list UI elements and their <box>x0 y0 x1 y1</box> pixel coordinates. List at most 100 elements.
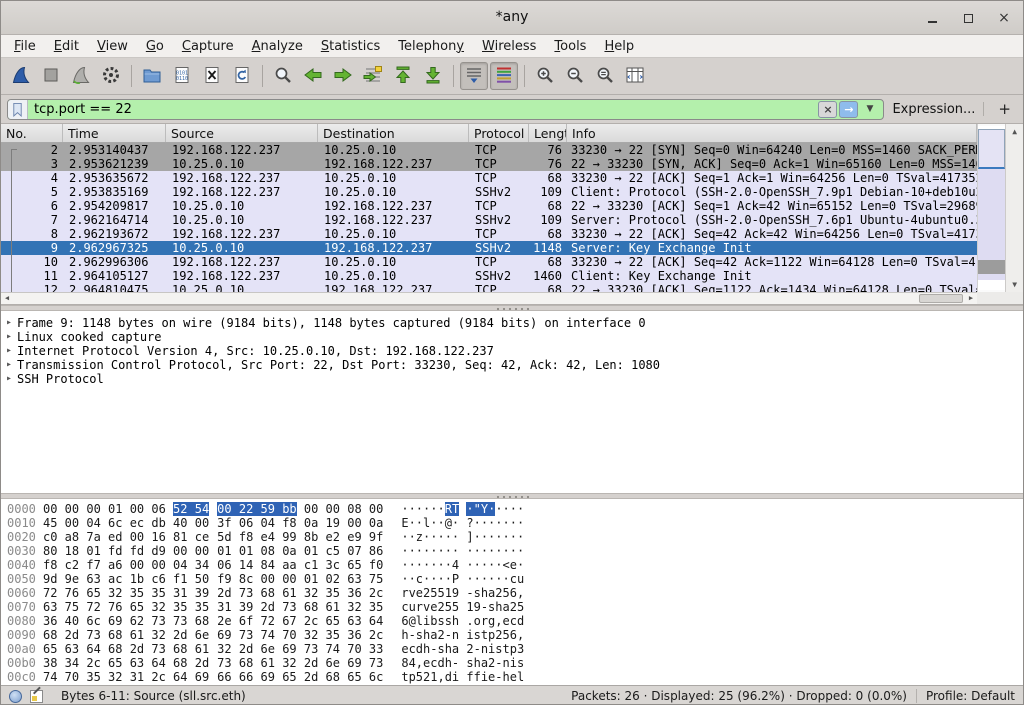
filter-dropdown-caret[interactable]: ▼ <box>860 101 879 118</box>
hex-row-0000[interactable]: 000000 00 00 01 00 06 52 5400 22 59 bb 0… <box>7 502 1023 516</box>
reload-file-button[interactable] <box>228 62 256 90</box>
menu-telephony[interactable]: Telephony <box>389 37 473 56</box>
packet-row-9[interactable]: 92.96296732510.25.0.10192.168.122.237SSH… <box>1 241 977 255</box>
hex-row-00a0[interactable]: 00a065 63 64 68 2d 73 68 6132 2d 6e 69 7… <box>7 642 1023 656</box>
packet-row-6[interactable]: 62.95420981710.25.0.10192.168.122.237TCP… <box>1 199 977 213</box>
column-header-length[interactable]: Length <box>529 124 567 142</box>
column-header-source[interactable]: Source <box>166 124 318 142</box>
detail-line-3[interactable]: ▸Transmission Control Protocol, Src Port… <box>1 358 1023 372</box>
cell-time: 2.953621239 <box>63 157 166 171</box>
vertical-scrollbar-thumb[interactable] <box>978 129 1005 168</box>
packet-row-5[interactable]: 52.953835169192.168.122.23710.25.0.10SSH… <box>1 185 977 199</box>
hex-row-0080[interactable]: 008036 40 6c 69 62 73 73 682e 6f 72 67 2… <box>7 614 1023 628</box>
hex-row-0070[interactable]: 007063 75 72 76 65 32 35 3531 39 2d 73 6… <box>7 600 1023 614</box>
packet-row-7[interactable]: 72.96216471410.25.0.10192.168.122.237SSH… <box>1 213 977 227</box>
expand-arrow-icon[interactable]: ▸ <box>1 344 17 358</box>
pane-splitter-bottom[interactable] <box>1 493 1023 499</box>
hex-row-0030[interactable]: 003080 18 01 fd fd d9 00 0001 01 08 0a 0… <box>7 544 1023 558</box>
capture-comment-icon[interactable] <box>30 690 43 703</box>
packet-row-10[interactable]: 102.962996306192.168.122.23710.25.0.10TC… <box>1 255 977 269</box>
hex-row-0050[interactable]: 00509d 9e 63 ac 1b c6 f1 50f9 8c 00 00 0… <box>7 572 1023 586</box>
expand-arrow-icon[interactable]: ▸ <box>1 330 17 344</box>
column-header-time[interactable]: Time <box>63 124 166 142</box>
zoom-original-button[interactable] <box>591 62 619 90</box>
scroll-left-arrow-icon[interactable]: ◀ <box>1 293 13 304</box>
expand-arrow-icon[interactable]: ▸ <box>1 358 17 372</box>
packet-row-4[interactable]: 42.953635672192.168.122.23710.25.0.10TCP… <box>1 171 977 185</box>
menu-capture[interactable]: Capture <box>173 37 243 56</box>
scroll-right-arrow-icon[interactable]: ▶ <box>965 293 977 304</box>
expand-arrow-icon[interactable]: ▸ <box>1 316 17 330</box>
menu-tools[interactable]: Tools <box>545 37 595 56</box>
packet-row-12[interactable]: 122.96481047510.25.0.10192.168.122.237TC… <box>1 283 977 292</box>
zoom-in-button[interactable] <box>531 62 559 90</box>
packet-list-horizontal-scrollbar[interactable]: ◀ ▶ <box>1 292 977 304</box>
minimize-button[interactable] <box>923 9 941 27</box>
menu-statistics[interactable]: Statistics <box>312 37 389 56</box>
hex-row-0060[interactable]: 006072 76 65 32 35 35 31 392d 73 68 61 3… <box>7 586 1023 600</box>
capture-options-button[interactable] <box>97 62 125 90</box>
horizontal-scrollbar-thumb[interactable] <box>919 294 963 303</box>
detail-line-1[interactable]: ▸Linux cooked capture <box>1 330 1023 344</box>
go-last-button[interactable] <box>419 62 447 90</box>
start-capture-button[interactable] <box>7 62 35 90</box>
display-filter-field[interactable]: × → ▼ <box>7 99 884 120</box>
hex-row-0090[interactable]: 009068 2d 73 68 61 32 2d 6e69 73 74 70 3… <box>7 628 1023 642</box>
zoom-out-button[interactable] <box>561 62 589 90</box>
status-profile[interactable]: Profile: Default <box>926 689 1015 703</box>
detail-text: Internet Protocol Version 4, Src: 10.25.… <box>17 344 494 358</box>
menu-edit[interactable]: Edit <box>45 37 88 56</box>
go-first-button[interactable] <box>389 62 417 90</box>
menu-view[interactable]: View <box>88 37 137 56</box>
add-filter-button[interactable]: + <box>992 100 1017 118</box>
menu-wireless[interactable]: Wireless <box>473 37 545 56</box>
expert-info-icon[interactable] <box>9 690 22 703</box>
filter-clear-button[interactable]: × <box>818 101 837 118</box>
column-header-destination[interactable]: Destination <box>318 124 469 142</box>
go-back-button[interactable] <box>299 62 327 90</box>
expand-arrow-icon[interactable]: ▸ <box>1 372 17 386</box>
go-forward-button[interactable] <box>329 62 357 90</box>
menu-go[interactable]: Go <box>137 37 173 56</box>
packet-list-vertical-scrollbar[interactable]: ▲ ▼ <box>977 124 1023 292</box>
find-packet-button[interactable] <box>269 62 297 90</box>
packet-row-11[interactable]: 112.964105127192.168.122.23710.25.0.10SS… <box>1 269 977 283</box>
packet-row-3[interactable]: 32.95362123910.25.0.10192.168.122.237TCP… <box>1 157 977 171</box>
go-to-packet-button[interactable] <box>359 62 387 90</box>
scroll-down-arrow-icon[interactable]: ▼ <box>1006 280 1023 289</box>
scroll-up-arrow-icon[interactable]: ▲ <box>1006 127 1023 136</box>
filter-apply-button[interactable]: → <box>839 101 858 118</box>
menu-file[interactable]: File <box>5 37 45 56</box>
intelligent-scrollbar-minimap[interactable] <box>978 126 1005 290</box>
detail-line-0[interactable]: ▸Frame 9: 1148 bytes on wire (9184 bits)… <box>1 316 1023 330</box>
hex-row-0040[interactable]: 0040f8 c2 f7 a6 00 00 04 3406 14 84 aa c… <box>7 558 1023 572</box>
save-file-button[interactable]: 01010110 <box>168 62 196 90</box>
hex-row-0020[interactable]: 0020c0 a8 7a ed 00 16 81 ce5d f8 e4 99 8… <box>7 530 1023 544</box>
filter-bookmark-button[interactable] <box>8 100 28 119</box>
pane-splitter-top[interactable] <box>1 305 1023 311</box>
packet-row-8[interactable]: 82.962193672192.168.122.23710.25.0.10TCP… <box>1 227 977 241</box>
restart-capture-button[interactable] <box>67 62 95 90</box>
detail-line-4[interactable]: ▸SSH Protocol <box>1 372 1023 386</box>
packet-row-2[interactable]: 22.953140437192.168.122.23710.25.0.10TCP… <box>1 143 977 157</box>
hex-row-00b0[interactable]: 00b038 34 2c 65 63 64 68 2d73 68 61 32 2… <box>7 656 1023 670</box>
resize-columns-button[interactable] <box>621 62 649 90</box>
close-file-button[interactable] <box>198 62 226 90</box>
maximize-button[interactable] <box>959 9 977 27</box>
column-header-info[interactable]: Info <box>567 124 977 142</box>
open-file-button[interactable] <box>138 62 166 90</box>
stop-capture-button[interactable] <box>37 62 65 90</box>
close-button[interactable]: × <box>995 9 1013 27</box>
expression-button[interactable]: Expression... <box>892 102 975 117</box>
column-header-protocol[interactable]: Protocol <box>469 124 529 142</box>
cell-src: 192.168.122.237 <box>166 143 318 157</box>
hex-row-00c0[interactable]: 00c074 70 35 32 31 2c 64 6966 66 69 65 2… <box>7 670 1023 684</box>
detail-line-2[interactable]: ▸Internet Protocol Version 4, Src: 10.25… <box>1 344 1023 358</box>
menu-help[interactable]: Help <box>595 37 643 56</box>
hex-row-0010[interactable]: 001045 00 04 6c ec db 40 003f 06 04 f8 0… <box>7 516 1023 530</box>
display-filter-input[interactable] <box>28 100 818 119</box>
auto-scroll-button[interactable] <box>460 62 488 90</box>
menu-analyze[interactable]: Analyze <box>243 37 312 56</box>
colorize-button[interactable] <box>490 62 518 90</box>
column-header-no[interactable]: No. <box>1 124 63 142</box>
